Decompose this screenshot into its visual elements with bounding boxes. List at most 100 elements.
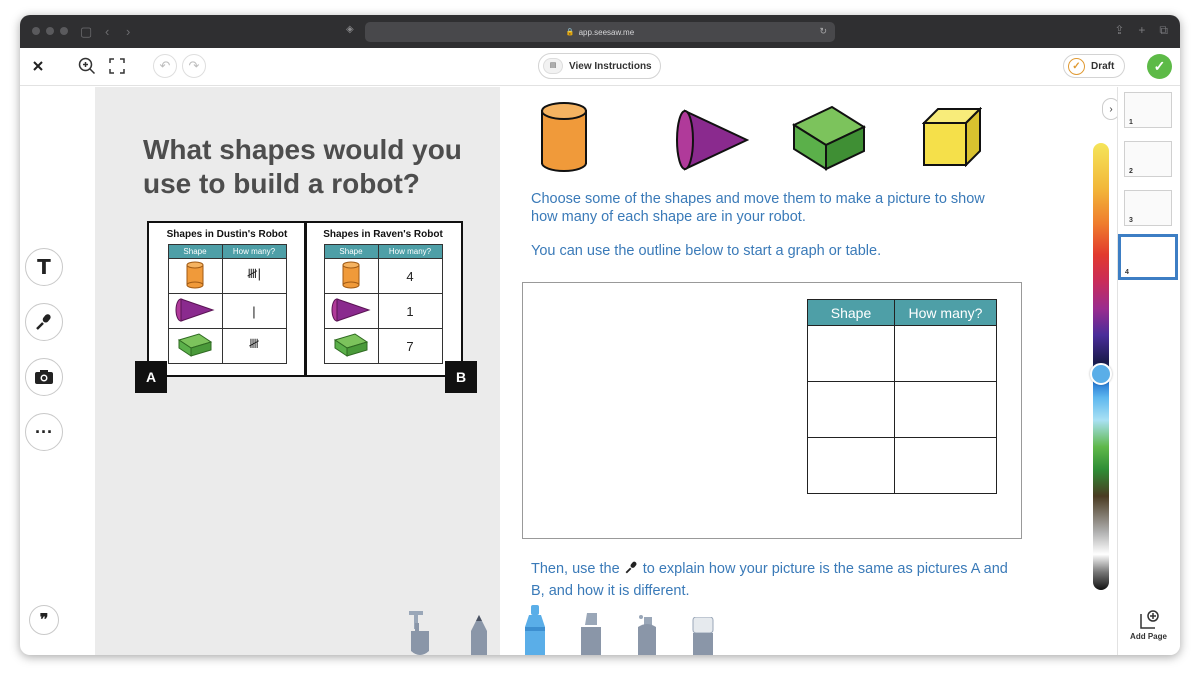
label-a: A (135, 361, 167, 393)
dustin-table: Shape How many? 𝍸| | 𝍸 (167, 244, 287, 364)
redo-icon: ↷ (188, 58, 200, 73)
reload-icon[interactable]: ↻ (819, 26, 827, 37)
drawing-area[interactable]: Shape How many? (522, 282, 1022, 539)
answer-table[interactable]: Shape How many? (807, 299, 997, 494)
raven-page: Shapes in Raven's Robot Shape How many? … (313, 229, 453, 364)
tally-cell: 𝍸| (221, 258, 287, 294)
add-page-button[interactable]: Add Page (1117, 610, 1180, 641)
camera-tool-button[interactable] (25, 358, 63, 396)
view-instructions-button[interactable]: ▤ View Instructions (538, 53, 661, 79)
tabs-overview-icon[interactable]: ⧉ (1159, 23, 1168, 38)
more-tools-button[interactable]: ··· (25, 413, 63, 451)
table-cell[interactable] (894, 381, 997, 438)
microphone-icon (36, 314, 51, 330)
close-button[interactable] (26, 54, 50, 78)
table-row: 1 (323, 293, 443, 329)
cone-shape-icon (167, 293, 223, 329)
prism-shape-icon (323, 328, 379, 364)
right-page-panel: Choose some of the shapes and move them … (500, 87, 1115, 655)
add-page-icon (1139, 610, 1159, 629)
prism-shape-icon (167, 328, 223, 364)
table-row: 7 (323, 328, 443, 364)
count-cell: 1 (377, 293, 443, 329)
share-icon[interactable]: ⇪ (1114, 23, 1124, 38)
fullscreen-button[interactable] (105, 54, 129, 78)
page-number: 2 (1129, 168, 1133, 175)
cylinder-shape-icon (323, 258, 379, 294)
drawing-tools-tray (405, 605, 715, 655)
eraser-icon[interactable] (691, 617, 715, 655)
undo-button[interactable]: ↶ (153, 54, 177, 78)
table-row: | (167, 293, 287, 329)
table-row (807, 381, 997, 438)
instruction-choose-shapes: Choose some of the shapes and move them … (531, 191, 985, 225)
url-text: app.seesaw.me (578, 27, 635, 37)
zoom-button[interactable] (75, 54, 99, 78)
dustin-title: Shapes in Dustin's Robot (166, 229, 288, 240)
page-thumbnail[interactable]: 2 (1124, 141, 1172, 177)
table-row: 4 (323, 258, 443, 294)
table-row (807, 437, 997, 494)
draft-button[interactable]: ✓ Draft (1063, 54, 1126, 78)
cube-draggable[interactable] (921, 106, 983, 172)
example-book: Shapes in Dustin's Robot Shape How many?… (147, 221, 463, 377)
app-toolbar: ↶ ↷ ▤ View Instructions ✓ Draft ✓ (20, 48, 1180, 86)
draft-check-icon: ✓ (1068, 57, 1085, 75)
zoom-in-icon (78, 57, 96, 75)
shield-icon[interactable]: ◈ (346, 24, 354, 35)
submit-check-button[interactable]: ✓ (1147, 54, 1172, 79)
marker-icon[interactable] (523, 605, 547, 655)
view-instructions-label: View Instructions (569, 60, 652, 72)
table-cell[interactable] (894, 325, 997, 382)
text-tool-button[interactable]: T (25, 248, 63, 286)
instruction-outline: You can use the outline below to start a… (531, 243, 882, 259)
page-number: 3 (1129, 217, 1133, 224)
dustin-page: Shapes in Dustin's Robot Shape How many?… (157, 229, 297, 364)
table-row: 𝍸| (167, 258, 287, 294)
instruction-explain-before: Then, use the (531, 561, 620, 577)
page-thumbnail-selected[interactable]: 4 (1118, 234, 1178, 280)
raven-table: Shape How many? 4 1 7 (323, 244, 443, 364)
tally-cell: | (221, 293, 287, 329)
window-controls[interactable] (32, 27, 68, 35)
table-cell[interactable] (894, 437, 997, 494)
sidebar-toggle-icon[interactable]: ▢ (80, 24, 92, 40)
spray-icon[interactable] (635, 613, 659, 655)
address-bar[interactable]: 🔒 app.seesaw.me ↻ (365, 22, 835, 42)
lock-icon: 🔒 (565, 29, 575, 36)
cone-shape-icon (676, 109, 750, 171)
col-shape-header: Shape (807, 299, 895, 326)
cylinder-shape-icon (541, 102, 587, 172)
check-icon: ✓ (1153, 58, 1166, 74)
redo-button[interactable]: ↷ (182, 54, 206, 78)
back-icon[interactable]: ‹ (105, 24, 109, 39)
close-icon (33, 61, 43, 71)
label-b: B (445, 361, 477, 393)
new-tab-icon[interactable]: + (1138, 23, 1145, 38)
cone-draggable[interactable] (675, 109, 750, 176)
more-icon: ··· (35, 421, 53, 442)
highlighter-icon[interactable] (579, 613, 603, 655)
page-thumbnail[interactable]: 3 (1124, 190, 1172, 226)
col-how-many-header: How many? (377, 244, 443, 259)
fullscreen-icon (109, 58, 125, 74)
col-shape-header: Shape (323, 244, 379, 259)
color-slider-handle[interactable] (1090, 363, 1112, 385)
forward-icon[interactable]: › (126, 24, 130, 39)
cone-shape-icon (323, 293, 379, 329)
page-thumbnail[interactable]: 1 (1124, 92, 1172, 128)
mic-tool-button[interactable] (25, 303, 63, 341)
hand-pointer-icon[interactable] (405, 611, 435, 655)
instruction-explain: Then, use the to explain how your pictur… (531, 558, 1011, 602)
table-cell[interactable] (807, 381, 895, 438)
table-cell[interactable] (807, 437, 895, 494)
tally-cell: 𝍸 (221, 328, 287, 364)
pencil-icon[interactable] (467, 611, 491, 655)
add-page-label: Add Page (1130, 632, 1167, 641)
prism-draggable[interactable] (791, 105, 867, 176)
table-cell[interactable] (807, 325, 895, 382)
quote-tool-button[interactable]: ❞ (29, 605, 59, 635)
col-how-many-header: How many? (894, 299, 997, 326)
cylinder-draggable[interactable] (540, 102, 588, 179)
browser-chrome: ▢ ‹ › ◈ 🔒 app.seesaw.me ↻ ⇪ + ⧉ (20, 15, 1180, 48)
